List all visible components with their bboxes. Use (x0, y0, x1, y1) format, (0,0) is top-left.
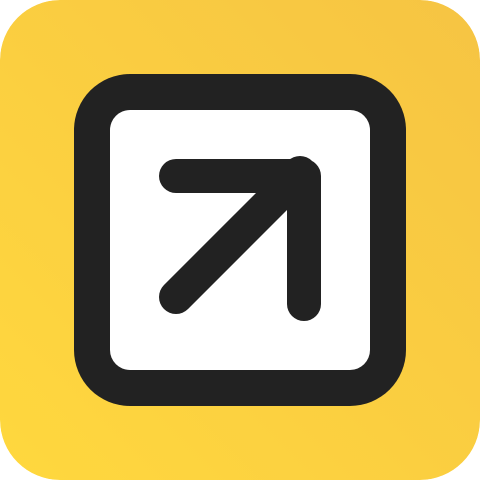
app-icon[interactable] (0, 0, 480, 480)
app-icon-graphic (0, 0, 480, 480)
